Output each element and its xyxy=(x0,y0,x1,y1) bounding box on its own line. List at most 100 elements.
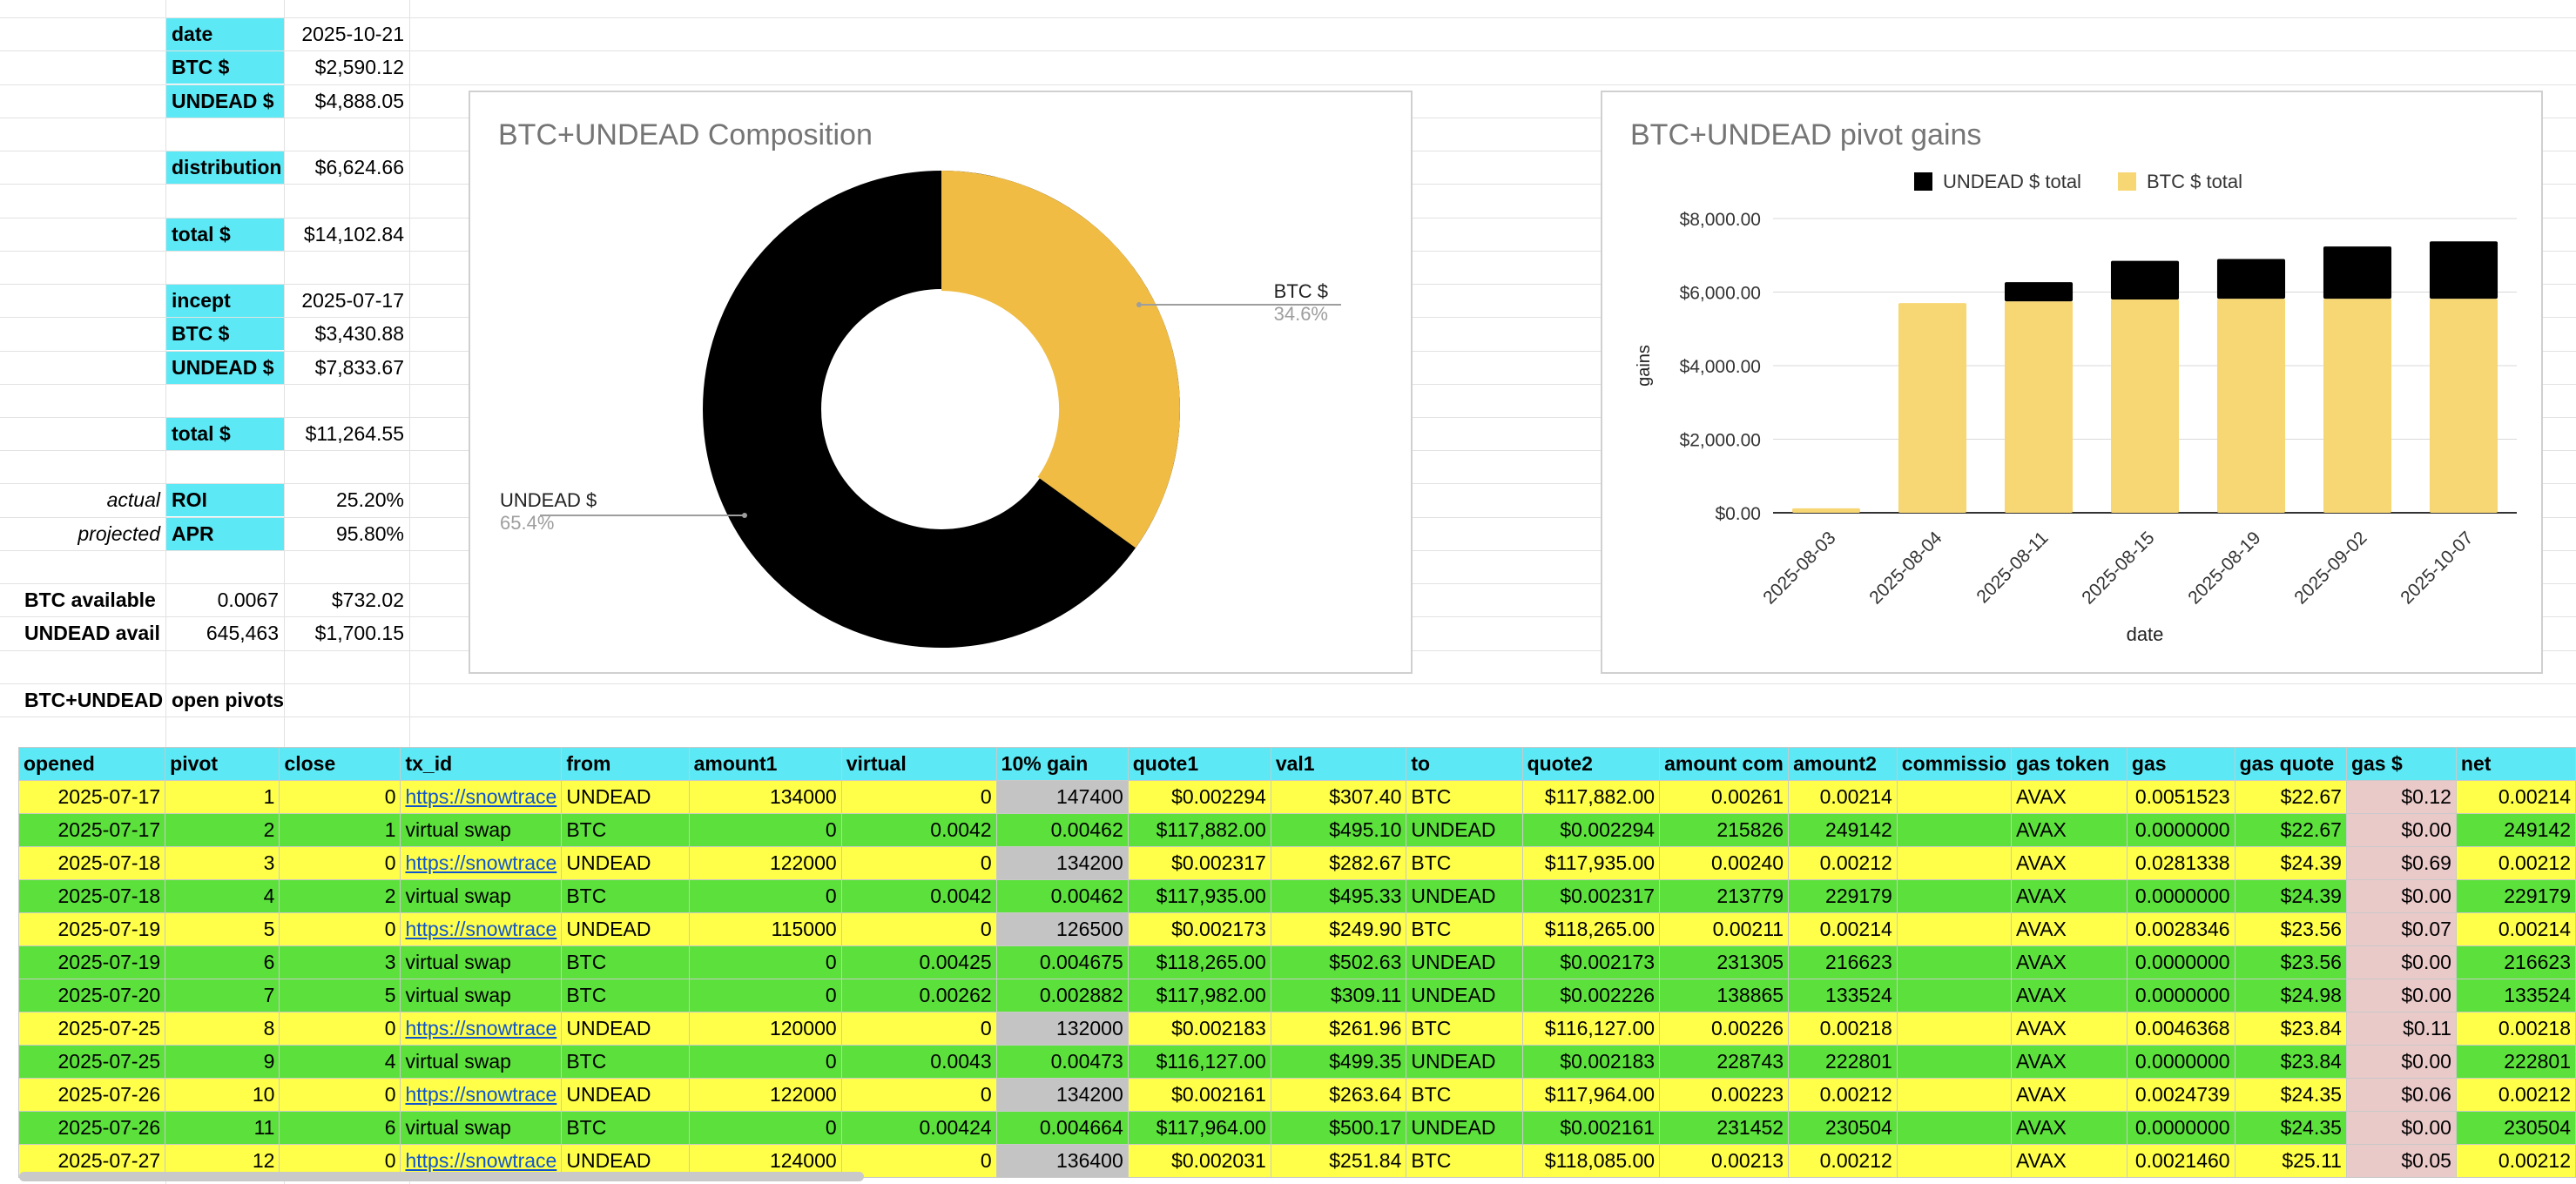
table-cell[interactable]: 0.0000000 xyxy=(2126,879,2235,913)
table-cell[interactable]: 2025-07-18 xyxy=(17,846,166,880)
table-cell[interactable]: 2025-07-19 xyxy=(17,945,166,979)
column-header[interactable]: amount1 xyxy=(688,747,842,781)
table-cell[interactable]: 0.00212 xyxy=(1788,1144,1898,1178)
column-header[interactable]: amount2 xyxy=(1788,747,1898,781)
table-cell[interactable]: $0.002031 xyxy=(1127,1144,1271,1178)
table-cell[interactable]: $117,935.00 xyxy=(1521,846,1661,880)
undead-incept-value[interactable]: $7,833.67 xyxy=(285,352,409,384)
table-cell[interactable]: 0 xyxy=(688,979,842,1012)
table-cell[interactable]: 0 xyxy=(840,912,997,946)
table-cell[interactable]: 0 xyxy=(840,780,997,814)
table-cell[interactable] xyxy=(1896,1111,2012,1145)
table-cell[interactable]: 6 xyxy=(279,1111,401,1145)
table-cell[interactable]: 0.00211 xyxy=(1659,912,1790,946)
table-cell[interactable]: 0.00261 xyxy=(1659,780,1790,814)
tx-link[interactable]: https://snowtrace xyxy=(405,785,556,808)
table-cell[interactable]: $0.002161 xyxy=(1127,1078,1271,1112)
table-cell[interactable]: AVAX xyxy=(2010,813,2128,847)
table-cell[interactable]: BTC xyxy=(1406,1078,1523,1112)
table-cell[interactable]: $309.11 xyxy=(1270,979,1407,1012)
roi-label[interactable]: ROI xyxy=(166,484,284,516)
table-cell[interactable]: 0.0000000 xyxy=(2126,1111,2235,1145)
table-cell[interactable]: $25.11 xyxy=(2234,1144,2347,1178)
table-cell[interactable]: 0.00214 xyxy=(2455,912,2576,946)
btc-incept-value[interactable]: $3,430.88 xyxy=(285,318,409,350)
table-cell[interactable]: UNDEAD xyxy=(1406,879,1523,913)
table-cell[interactable]: AVAX xyxy=(2010,979,2128,1012)
table-cell[interactable]: 0.004675 xyxy=(995,945,1129,979)
tx-link[interactable]: https://snowtrace xyxy=(405,1149,556,1172)
table-cell[interactable]: 0.00425 xyxy=(840,945,997,979)
column-header[interactable]: commissio xyxy=(1896,747,2012,781)
table-cell[interactable]: 2025-07-25 xyxy=(17,1012,166,1046)
table-cell[interactable]: 2025-07-17 xyxy=(17,780,166,814)
table-cell[interactable]: BTC xyxy=(561,1111,690,1145)
table-cell[interactable]: $0.002173 xyxy=(1127,912,1271,946)
table-cell[interactable] xyxy=(1896,945,2012,979)
table-cell[interactable]: 215826 xyxy=(1659,813,1790,847)
table-cell[interactable]: 0.00240 xyxy=(1659,846,1790,880)
table-cell[interactable]: virtual swap xyxy=(400,1111,563,1145)
undead-available-value[interactable]: $1,700.15 xyxy=(285,617,409,649)
table-cell[interactable]: 5 xyxy=(279,979,401,1012)
table-cell[interactable]: 0 xyxy=(688,1045,842,1079)
table-cell[interactable]: 0.0042 xyxy=(840,813,997,847)
horizontal-scrollbar[interactable] xyxy=(19,1172,864,1181)
column-header[interactable]: val1 xyxy=(1270,747,1407,781)
column-header[interactable]: gas token xyxy=(2010,747,2128,781)
table-cell[interactable]: $23.84 xyxy=(2234,1012,2347,1046)
table-cell[interactable]: $0.002317 xyxy=(1127,846,1271,880)
table-cell[interactable]: 2025-07-26 xyxy=(17,1078,166,1112)
table-cell[interactable]: AVAX xyxy=(2010,879,2128,913)
table-cell[interactable]: 2025-07-17 xyxy=(17,813,166,847)
table-cell[interactable]: 0.004664 xyxy=(995,1111,1129,1145)
table-cell[interactable]: 138865 xyxy=(1659,979,1790,1012)
table-cell[interactable]: $495.33 xyxy=(1270,879,1407,913)
projected-label[interactable]: projected xyxy=(0,518,165,550)
tx-link[interactable]: https://snowtrace xyxy=(405,851,556,874)
table-cell[interactable]: BTC xyxy=(1406,846,1523,880)
column-header[interactable]: 10% gain xyxy=(995,747,1129,781)
table-cell[interactable]: UNDEAD xyxy=(1406,1045,1523,1079)
table-cell[interactable]: 3 xyxy=(165,846,280,880)
btc-available-qty[interactable]: 0.0067 xyxy=(166,584,284,616)
table-cell[interactable]: 0.0281338 xyxy=(2126,846,2235,880)
table-cell[interactable]: BTC xyxy=(561,945,690,979)
table-cell[interactable]: 230504 xyxy=(1788,1111,1898,1145)
btc-available-label[interactable]: BTC available xyxy=(19,584,165,616)
table-cell[interactable]: $0.002183 xyxy=(1521,1045,1661,1079)
table-cell[interactable]: $23.56 xyxy=(2234,945,2347,979)
table-cell[interactable]: $0.002317 xyxy=(1521,879,1661,913)
table-cell[interactable]: 122000 xyxy=(688,846,842,880)
table-cell[interactable]: 134000 xyxy=(688,780,842,814)
table-cell[interactable]: 0.0051523 xyxy=(2126,780,2235,814)
table-cell[interactable] xyxy=(1896,912,2012,946)
table-cell[interactable]: BTC xyxy=(1406,1144,1523,1178)
table-cell[interactable]: 0.00214 xyxy=(1788,780,1898,814)
table-cell[interactable]: 2025-07-20 xyxy=(17,979,166,1012)
btc-value[interactable]: $2,590.12 xyxy=(285,51,409,84)
table-cell[interactable]: $0.002226 xyxy=(1521,979,1661,1012)
table-cell[interactable]: 0.00214 xyxy=(1788,912,1898,946)
table-cell[interactable]: 4 xyxy=(165,879,280,913)
column-header[interactable]: net xyxy=(2455,747,2576,781)
table-cell[interactable]: 0 xyxy=(688,813,842,847)
table-cell[interactable]: $502.63 xyxy=(1270,945,1407,979)
table-cell[interactable]: UNDEAD xyxy=(561,780,690,814)
table-cell[interactable]: 216623 xyxy=(1788,945,1898,979)
table-cell[interactable]: $0.00 xyxy=(2345,1111,2457,1145)
table-cell[interactable]: virtual swap xyxy=(400,979,563,1012)
table-cell[interactable]: $117,964.00 xyxy=(1127,1111,1271,1145)
btc-incept-label[interactable]: BTC $ xyxy=(166,318,284,350)
table-cell[interactable]: $24.98 xyxy=(2234,979,2347,1012)
table-cell[interactable]: $118,265.00 xyxy=(1127,945,1271,979)
table-cell[interactable]: 0 xyxy=(279,846,401,880)
table-cell[interactable]: $117,882.00 xyxy=(1127,813,1271,847)
table-cell[interactable]: AVAX xyxy=(2010,1078,2128,1112)
distribution-label[interactable]: distribution xyxy=(166,151,284,184)
table-cell[interactable]: 0.0021460 xyxy=(2126,1144,2235,1178)
table-cell[interactable]: $24.35 xyxy=(2234,1078,2347,1112)
table-cell[interactable]: 7 xyxy=(165,979,280,1012)
table-cell[interactable]: $251.84 xyxy=(1270,1144,1407,1178)
table-cell[interactable]: 9 xyxy=(165,1045,280,1079)
